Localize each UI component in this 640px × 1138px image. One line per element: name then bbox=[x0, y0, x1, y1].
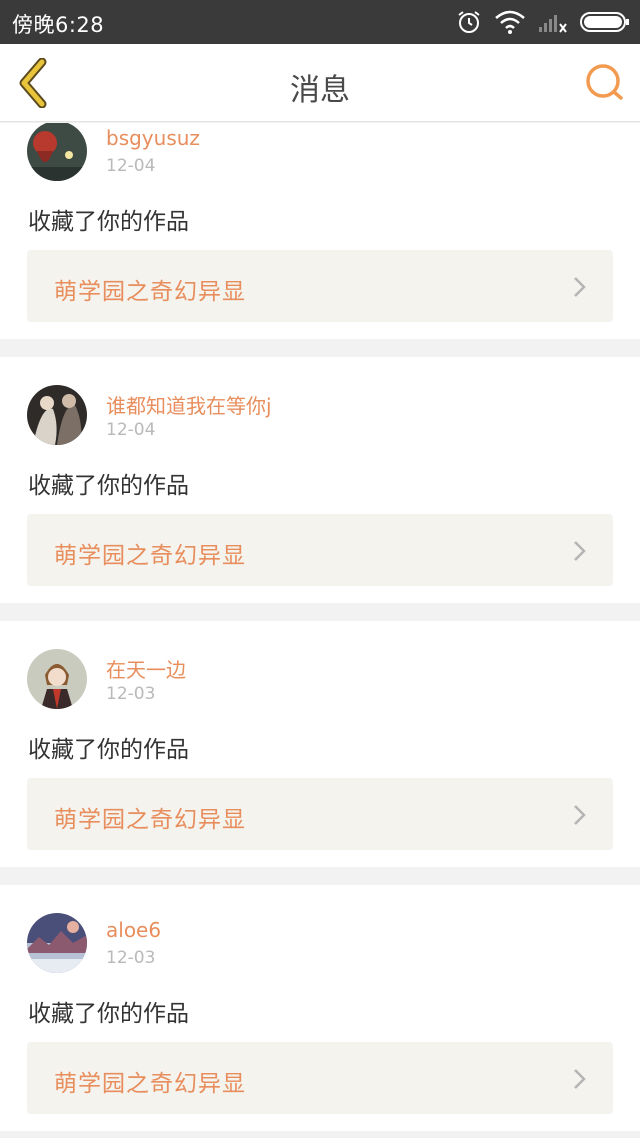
status-time: 傍晚6:28 bbox=[12, 13, 105, 37]
avatar[interactable] bbox=[27, 913, 87, 973]
app-header: 消息 bbox=[0, 44, 640, 122]
message-list[interactable]: bsgyusuz 12-04 收藏了你的作品 萌学园之奇幻异显 谁都知道我在等你… bbox=[0, 123, 640, 1138]
avatar[interactable] bbox=[27, 123, 87, 181]
message-card: aloe6 12-03 收藏了你的作品 萌学园之奇幻异显 bbox=[0, 885, 640, 1131]
chevron-right-icon bbox=[574, 805, 586, 825]
alarm-icon bbox=[456, 9, 482, 35]
username[interactable]: aloe6 bbox=[106, 918, 161, 942]
battery-icon bbox=[580, 11, 630, 33]
status-icons bbox=[456, 8, 630, 36]
page-title: 消息 bbox=[290, 73, 350, 108]
message-card: 在天一边 12-03 收藏了你的作品 萌学园之奇幻异显 bbox=[0, 621, 640, 867]
message-date: 12-03 bbox=[106, 684, 156, 704]
work-title: 萌学园之奇幻异显 bbox=[54, 1071, 246, 1097]
chevron-right-icon bbox=[574, 277, 586, 297]
username[interactable]: 谁都知道我在等你j bbox=[106, 390, 272, 419]
chevron-right-icon bbox=[574, 541, 586, 561]
avatar[interactable] bbox=[27, 385, 87, 445]
work-link[interactable]: 萌学园之奇幻异显 bbox=[27, 514, 613, 586]
search-button[interactable] bbox=[584, 62, 626, 104]
message-date: 12-03 bbox=[106, 948, 156, 968]
chevron-right-icon bbox=[574, 1069, 586, 1089]
wifi-icon bbox=[494, 10, 526, 34]
work-title: 萌学园之奇幻异显 bbox=[54, 807, 246, 833]
work-link[interactable]: 萌学园之奇幻异显 bbox=[27, 1042, 613, 1114]
message-action: 收藏了你的作品 bbox=[28, 473, 189, 499]
avatar[interactable] bbox=[27, 649, 87, 709]
message-action: 收藏了你的作品 bbox=[28, 209, 189, 235]
username[interactable]: bsgyusuz bbox=[106, 126, 200, 150]
username[interactable]: 在天一边 bbox=[106, 654, 186, 683]
message-card: 谁都知道我在等你j 12-04 收藏了你的作品 萌学园之奇幻异显 bbox=[0, 357, 640, 603]
message-date: 12-04 bbox=[106, 156, 156, 176]
status-bar: 傍晚6:28 bbox=[0, 0, 640, 44]
search-icon bbox=[586, 64, 623, 100]
message-action: 收藏了你的作品 bbox=[28, 737, 189, 763]
message-date: 12-04 bbox=[106, 420, 156, 440]
message-card: bsgyusuz 12-04 收藏了你的作品 萌学园之奇幻异显 bbox=[0, 123, 640, 339]
work-title: 萌学园之奇幻异显 bbox=[54, 543, 246, 569]
work-title: 萌学园之奇幻异显 bbox=[54, 279, 246, 305]
work-link[interactable]: 萌学园之奇幻异显 bbox=[27, 778, 613, 850]
message-action: 收藏了你的作品 bbox=[28, 1001, 189, 1027]
work-link[interactable]: 萌学园之奇幻异显 bbox=[27, 250, 613, 322]
signal-icon bbox=[538, 11, 568, 33]
